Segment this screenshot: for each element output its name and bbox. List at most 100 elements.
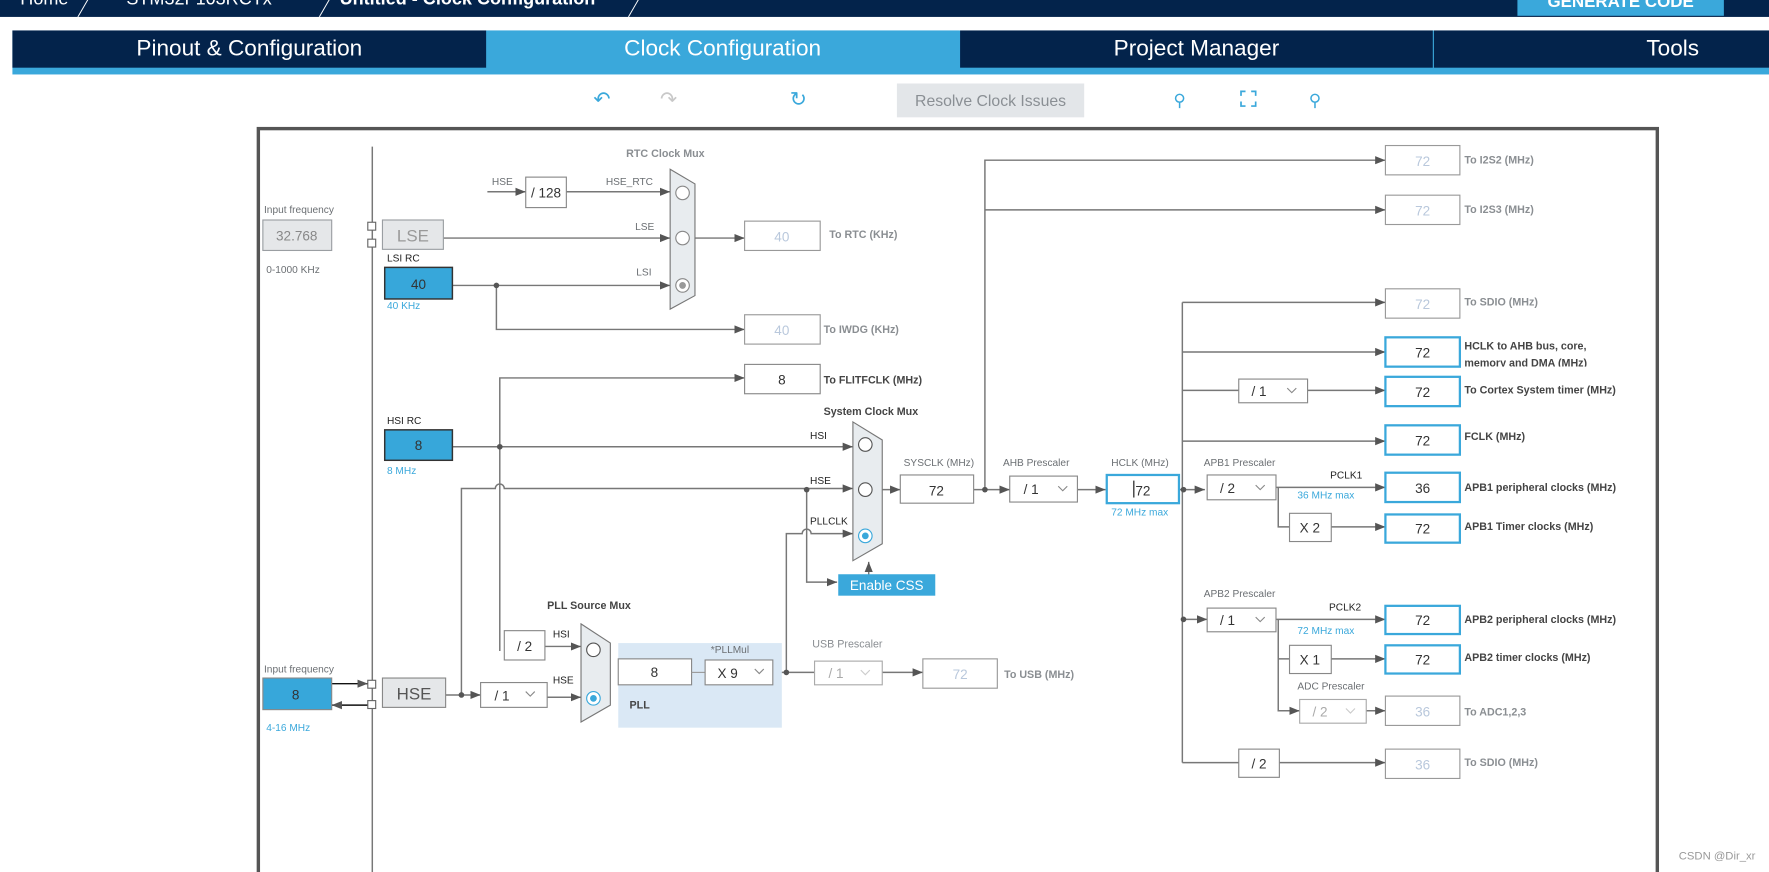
rtc-hse-rtc-label: HSE_RTC bbox=[606, 177, 653, 188]
hclk-max: 72 MHz max bbox=[1111, 508, 1168, 519]
apb2-timer-label: APB2 timer clocks (MHz) bbox=[1464, 652, 1591, 664]
cortex-label: To Cortex System timer (MHz) bbox=[1464, 385, 1616, 397]
apb2-timer-mul: X 1 bbox=[1300, 653, 1320, 668]
output-sdio2: / 2 36 To SDIO (MHz) bbox=[1238, 748, 1538, 780]
rtc-radio-lse[interactable] bbox=[675, 230, 690, 246]
hclk-value: 72 bbox=[1135, 483, 1150, 498]
hsi-value: 8 bbox=[415, 438, 423, 453]
sysclk-label: SYSCLK (MHz) bbox=[904, 458, 974, 469]
pllmux-hsi-label: HSI bbox=[553, 629, 570, 640]
sdio2-label: To SDIO (MHz) bbox=[1464, 757, 1538, 769]
pclk2-label: PCLK2 bbox=[1329, 602, 1361, 613]
output-i2s3: 72 To I2S3 (MHz) bbox=[1384, 194, 1534, 226]
sdio2-div: / 2 bbox=[1252, 756, 1267, 771]
usb-prescaler-dropdown[interactable] bbox=[813, 660, 883, 686]
lse-name: LSE bbox=[397, 226, 429, 245]
enable-css-label: Enable CSS bbox=[850, 578, 924, 593]
ahb-prescaler-value: / 1 bbox=[1024, 482, 1039, 497]
apb1-timer-label: APB1 Timer clocks (MHz) bbox=[1464, 521, 1593, 533]
output-adc: ADC Prescaler / 2 36 To ADC1,2,3 bbox=[1297, 681, 1526, 726]
lsi-unit: 40 KHz bbox=[387, 301, 420, 312]
apb2-label: APB2 peripheral clocks (MHz) bbox=[1464, 614, 1616, 626]
fclk-value: 72 bbox=[1415, 434, 1430, 449]
system-clock-mux-title: System Clock Mux bbox=[824, 406, 919, 418]
hclk-label: HCLK (MHz) bbox=[1111, 458, 1168, 469]
cortex-value: 72 bbox=[1415, 385, 1430, 400]
apb1-prescaler-dropdown[interactable] bbox=[1206, 474, 1277, 501]
adc-prescaler-label: ADC Prescaler bbox=[1297, 681, 1365, 692]
output-apb2: APB2 Prescaler / 1 PCLK2 72 MHz max 72 A… bbox=[1204, 589, 1616, 675]
apb1-label: APB1 peripheral clocks (MHz) bbox=[1464, 482, 1616, 494]
iwdg-label: To IWDG (KHz) bbox=[824, 324, 900, 336]
iwdg-value: 40 bbox=[774, 323, 789, 338]
lse-range: 0-1000 KHz bbox=[266, 265, 320, 276]
cortex-div-dropdown[interactable] bbox=[1238, 378, 1309, 404]
usb-prescaler-value: / 1 bbox=[828, 666, 843, 681]
pllmul-label: *PLLMul bbox=[711, 645, 749, 656]
lsi-value: 40 bbox=[411, 277, 426, 292]
flitfclk-value: 8 bbox=[778, 373, 786, 388]
sysmux-radio-hse[interactable] bbox=[857, 482, 873, 497]
usb-prescaler-label: USB Prescaler bbox=[812, 639, 883, 651]
pll-source-mux bbox=[580, 622, 611, 724]
hse-range: 4-16 MHz bbox=[266, 723, 310, 734]
apb1-value: 36 bbox=[1415, 481, 1430, 496]
ahb-value: 72 bbox=[1415, 346, 1430, 361]
rtc-lse-label: LSE bbox=[635, 222, 654, 233]
watermark: CSDN @Dir_xr bbox=[1678, 850, 1756, 864]
pclk1-max: 36 MHz max bbox=[1297, 491, 1354, 502]
pllmul-value: X 9 bbox=[718, 666, 738, 681]
apb1-prescaler-value: / 2 bbox=[1220, 481, 1235, 496]
adc-prescaler-dropdown[interactable] bbox=[1299, 698, 1367, 724]
sysmux-hse-label: HSE bbox=[810, 476, 831, 487]
hsi-unit: 8 MHz bbox=[387, 466, 416, 477]
output-apb1: APB1 Prescaler / 2 PCLK1 36 MHz max 36 A… bbox=[1204, 458, 1616, 544]
pllmux-radio-hsi[interactable] bbox=[586, 642, 601, 658]
pclk2-max: 72 MHz max bbox=[1297, 626, 1354, 637]
output-sdio: 72 To SDIO (MHz) bbox=[1384, 288, 1538, 319]
rtc-radio-hse[interactable] bbox=[675, 185, 690, 201]
pll-source-mux-title: PLL Source Mux bbox=[547, 600, 631, 612]
sysmux-pllclk-label: PLLCLK bbox=[810, 517, 848, 528]
pll-input-value: 8 bbox=[651, 665, 659, 680]
hse-name: HSE bbox=[397, 684, 432, 703]
output-fclk: 72 FCLK (MHz) bbox=[1384, 424, 1525, 456]
hsi-div2: / 2 bbox=[517, 639, 532, 654]
adc-value: 36 bbox=[1415, 704, 1430, 719]
apb2-timer-value: 72 bbox=[1415, 653, 1430, 668]
rtc-output-label: To RTC (KHz) bbox=[829, 229, 898, 241]
sysclk-value: 72 bbox=[929, 483, 944, 498]
apb1-prescaler-label: APB1 Prescaler bbox=[1204, 458, 1276, 469]
output-cortex: / 1 72 To Cortex System timer (MHz) bbox=[1238, 375, 1616, 408]
sysmux-hsi-label: HSI bbox=[810, 431, 827, 442]
usb-output-label: To USB (MHz) bbox=[1004, 669, 1074, 681]
pll-label: PLL bbox=[630, 700, 651, 712]
hse-prediv-dropdown[interactable] bbox=[480, 681, 548, 708]
apb2-prescaler-dropdown[interactable] bbox=[1206, 607, 1277, 633]
pllmul-dropdown[interactable] bbox=[704, 659, 774, 686]
sysmux-radio-hsi[interactable] bbox=[857, 437, 873, 452]
pllmux-hse-label: HSE bbox=[553, 676, 574, 687]
cortex-div-value: / 1 bbox=[1252, 384, 1267, 399]
ahb-label-line1: HCLK to AHB bus, core, bbox=[1464, 341, 1586, 353]
rtc-hse-label: HSE bbox=[492, 177, 513, 188]
i2s3-value: 72 bbox=[1415, 203, 1430, 218]
rtc-mux-title: RTC Clock Mux bbox=[626, 148, 705, 160]
ahb-prescaler-dropdown[interactable] bbox=[1009, 475, 1078, 503]
hse-prediv-value: / 1 bbox=[495, 689, 510, 704]
apb1-timer-value: 72 bbox=[1415, 522, 1430, 537]
i2s2-value: 72 bbox=[1415, 154, 1430, 169]
rtc-output-value: 40 bbox=[774, 229, 789, 244]
clock-tree-diagram: Input frequency 32.768 0-1000 KHz LSE LS… bbox=[256, 126, 1660, 872]
fclk-label: FCLK (MHz) bbox=[1464, 431, 1525, 443]
i2s2-label: To I2S2 (MHz) bbox=[1464, 155, 1534, 167]
rtc-lsi-label: LSI bbox=[636, 267, 651, 278]
i2s3-label: To I2S3 (MHz) bbox=[1464, 204, 1534, 216]
sdio-label: To SDIO (MHz) bbox=[1464, 297, 1538, 309]
output-ahb: 72 HCLK to AHB bus, core, memory and DMA… bbox=[1384, 336, 1588, 368]
lsi-label: LSI RC bbox=[387, 254, 420, 265]
pclk1-label: PCLK1 bbox=[1330, 470, 1362, 481]
apb2-prescaler-label: APB2 Prescaler bbox=[1204, 589, 1276, 600]
apb2-value: 72 bbox=[1415, 613, 1430, 628]
flitfclk-label: To FLITFCLK (MHz) bbox=[824, 375, 923, 387]
